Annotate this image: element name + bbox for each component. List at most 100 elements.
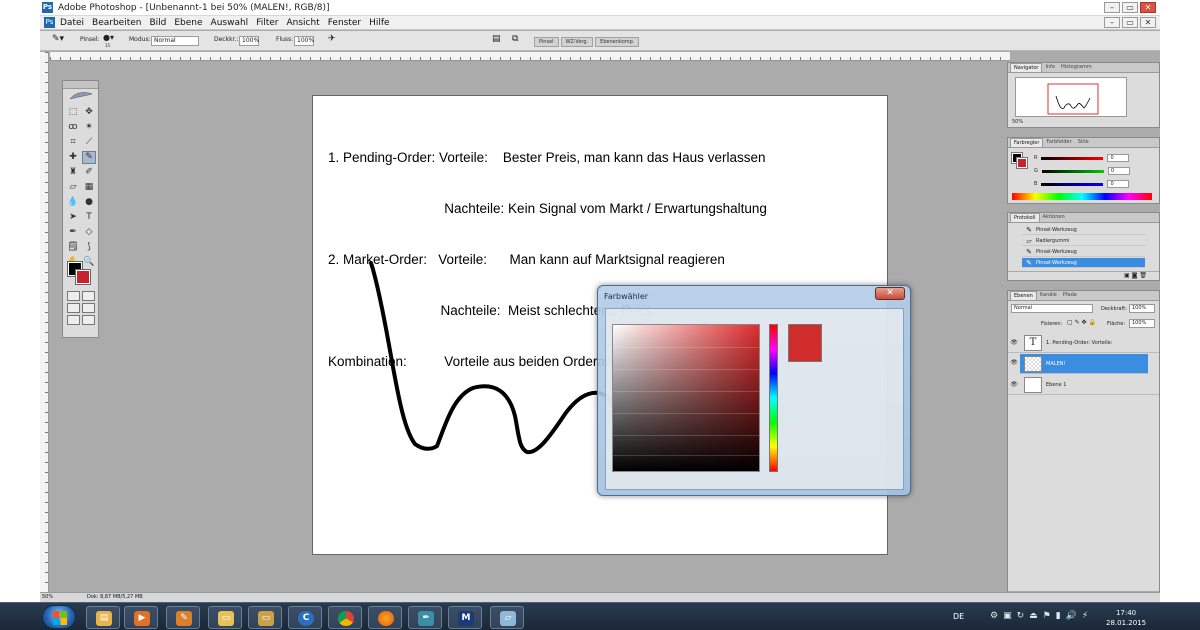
file-explorer-icon[interactable]: ▤: [86, 606, 120, 629]
eraser-tool-icon[interactable]: ▱: [66, 181, 80, 194]
snapshot-icon[interactable]: ◙: [1132, 272, 1138, 279]
doc-maximize-button[interactable]: ▭: [1122, 17, 1138, 28]
menu-bild[interactable]: Bild: [149, 16, 166, 30]
mode-select[interactable]: Normal: [151, 36, 199, 46]
green-bar[interactable]: [1041, 169, 1104, 173]
paint-icon[interactable]: ✎: [166, 606, 200, 629]
tab-actions[interactable]: Aktionen: [1040, 213, 1068, 222]
history-item[interactable]: ▱ Radiergummi: [1022, 236, 1145, 246]
background-color-swatch[interactable]: [75, 269, 91, 285]
navigator-preview[interactable]: [1015, 77, 1127, 117]
window-icon[interactable]: ▱: [490, 606, 524, 629]
well-tab-tool-presets[interactable]: WZ-Vorg.: [560, 37, 594, 47]
menu-ebene[interactable]: Ebene: [174, 16, 202, 30]
jump-to-imageready-icon-2[interactable]: [82, 315, 95, 325]
path-selection-tool-icon[interactable]: ➤: [66, 211, 80, 224]
color-spectrum[interactable]: [1012, 193, 1152, 200]
blur-tool-icon[interactable]: 💧: [66, 196, 80, 209]
firefox-icon[interactable]: [368, 606, 402, 629]
tab-history[interactable]: Protokoll: [1010, 213, 1040, 222]
mt-icon[interactable]: M: [448, 606, 482, 629]
brush-tool-icon[interactable]: ✎: [82, 151, 96, 164]
blue-slider[interactable]: B 0: [1034, 178, 1130, 190]
maximize-button[interactable]: ▭: [1122, 2, 1138, 13]
new-document-icon[interactable]: ▣: [1124, 272, 1130, 279]
well-tab-layer-comps[interactable]: Ebenenkomp.: [595, 37, 640, 47]
history-item[interactable]: ✎ Pinsel-Werkzeug: [1022, 225, 1145, 235]
hue-slider[interactable]: [769, 324, 778, 472]
red-slider[interactable]: R 0: [1034, 152, 1130, 164]
layer-row[interactable]: 👁 Ebene 1: [1008, 375, 1159, 395]
file-browser-icon[interactable]: ▤: [492, 34, 501, 44]
language-indicator[interactable]: DE: [953, 612, 964, 621]
media-player-icon[interactable]: ▶: [124, 606, 158, 629]
toolbox-header[interactable]: [63, 81, 98, 89]
healing-brush-tool-icon[interactable]: ✚: [66, 151, 80, 164]
eye-icon[interactable]: 👁: [1008, 359, 1020, 366]
ccleaner-icon[interactable]: C: [288, 606, 322, 629]
history-item-active[interactable]: ✎ Pinsel-Werkzeug: [1022, 258, 1145, 268]
airbrush-icon[interactable]: ✈: [328, 34, 336, 44]
fill-field[interactable]: 100%: [1129, 319, 1155, 328]
slice-tool-icon[interactable]: ⟋: [82, 136, 96, 149]
menu-filter[interactable]: Filter: [256, 16, 278, 30]
close-button[interactable]: ✕: [1140, 2, 1156, 13]
tab-info[interactable]: Info: [1042, 63, 1057, 72]
green-value[interactable]: 0: [1107, 167, 1130, 175]
menu-bearbeiten[interactable]: Bearbeiten: [92, 16, 141, 30]
update-icon[interactable]: ↻: [1017, 611, 1025, 621]
menu-hilfe[interactable]: Hilfe: [369, 16, 389, 30]
eye-icon[interactable]: 👁: [1008, 339, 1020, 346]
layer-opacity-field[interactable]: 100%: [1129, 304, 1155, 313]
minimize-button[interactable]: –: [1104, 2, 1120, 13]
title-bar[interactable]: Ps Adobe Photoshop - [Unbenannt-1 bei 50…: [40, 0, 1160, 16]
zoom-tool-icon[interactable]: 🔍: [82, 256, 96, 269]
history-brush-tool-icon[interactable]: ✐: [82, 166, 96, 179]
monitor-icon[interactable]: ▣: [1003, 611, 1012, 621]
chrome-icon[interactable]: [328, 606, 362, 629]
app-menu-icon[interactable]: Ps: [44, 17, 55, 28]
move-tool-icon[interactable]: ✥: [82, 106, 96, 119]
green-slider[interactable]: G 0: [1034, 165, 1130, 177]
eye-icon[interactable]: 👁: [1008, 381, 1020, 388]
shape-tool-icon[interactable]: ◇: [82, 226, 96, 239]
trash-icon[interactable]: 🗑: [1139, 272, 1147, 279]
quick-mask-icon[interactable]: [82, 291, 95, 301]
volume-icon[interactable]: 🔊: [1066, 611, 1077, 621]
screen-mode-standard-icon[interactable]: [67, 303, 80, 313]
magic-wand-tool-icon[interactable]: ✶: [82, 121, 96, 134]
crop-tool-icon[interactable]: ⌗: [66, 136, 80, 149]
brush-tool-icon[interactable]: ✎▾: [52, 34, 64, 44]
tab-paths[interactable]: Pfade: [1060, 291, 1080, 300]
jump-to-imageready-icon[interactable]: [67, 315, 80, 325]
menu-fenster[interactable]: Fenster: [328, 16, 361, 30]
layer-row[interactable]: 👁 T 1. Pending-Order: Vorteile:: [1008, 333, 1159, 353]
type-tool-icon[interactable]: T: [82, 211, 96, 224]
lock-icons[interactable]: ▢ ✎ ✥ 🔒: [1067, 319, 1096, 326]
well-tab-brushes[interactable]: Pinsel: [534, 37, 559, 47]
opacity-field[interactable]: 100%: [239, 36, 259, 46]
bridge-icon[interactable]: ⧉: [512, 34, 518, 44]
flag-icon[interactable]: ⚑: [1043, 611, 1051, 621]
marquee-tool-icon[interactable]: ⬚: [66, 106, 80, 119]
blue-bar[interactable]: [1041, 182, 1104, 186]
start-button[interactable]: [42, 605, 76, 629]
tab-styles[interactable]: Stile: [1075, 138, 1092, 147]
tab-navigator[interactable]: Navigator: [1010, 63, 1043, 72]
panel-background-swatch[interactable]: [1016, 157, 1028, 169]
gradient-tool-icon[interactable]: ▦: [82, 181, 96, 194]
standard-mode-icon[interactable]: [67, 291, 80, 301]
menu-datei[interactable]: Datei: [60, 16, 84, 30]
lasso-tool-icon[interactable]: ꝏ: [66, 121, 80, 134]
tab-histogram[interactable]: Histogramm: [1058, 63, 1095, 72]
layer-row-active[interactable]: MALEN!: [1020, 354, 1148, 374]
folder-icon[interactable]: ▭: [208, 606, 242, 629]
wifi-icon[interactable]: ▮: [1056, 611, 1061, 621]
menu-ansicht[interactable]: Ansicht: [286, 16, 319, 30]
dialog-close-button[interactable]: ✕: [875, 287, 905, 300]
red-value[interactable]: 0: [1107, 154, 1130, 162]
flow-field[interactable]: 100%: [294, 36, 314, 46]
pen-tool-icon[interactable]: ✒: [66, 226, 80, 239]
clone-stamp-tool-icon[interactable]: ♜: [66, 166, 80, 179]
status-zoom[interactable]: 50%: [42, 593, 53, 602]
